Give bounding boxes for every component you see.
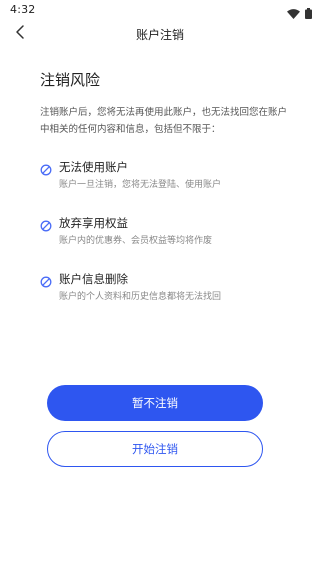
section-title: 注销风险 (40, 71, 101, 89)
risk-item: 放弃享用权益 账户内的优惠券、会员权益等均将作废 (40, 214, 290, 248)
forbidden-icon (40, 217, 52, 232)
risk-texts: 账户信息删除 账户的个人资料和历史信息都将无法找回 (59, 270, 221, 304)
status-bar: 4:32 (0, 0, 320, 20)
start-deletion-button[interactable]: 开始注销 (47, 431, 263, 467)
risk-texts: 无法使用账户 账户一旦注销，您将无法登陆、使用账户 (59, 158, 221, 192)
risk-list: 无法使用账户 账户一旦注销，您将无法登陆、使用账户 放弃享用权益 账户内的优惠券… (40, 158, 290, 304)
intro-text: 注销账户后，您将无法再使用此账户，也无法找回您在账户中相关的任何内容和信息，包括… (40, 107, 288, 135)
risk-description: 账户内的优惠券、会员权益等均将作废 (59, 236, 213, 246)
page-title: 账户注销 (135, 28, 184, 42)
account-deletion-screen: 4:32 账户注销 注销风险 注销账户后，您将无法再使用此账户，也无法找回您在账… (0, 0, 320, 570)
risk-title: 账户信息删除 (59, 272, 128, 286)
status-time: 4:32 (10, 3, 36, 16)
risk-texts: 放弃享用权益 账户内的优惠券、会员权益等均将作废 (59, 214, 212, 248)
risk-title: 无法使用账户 (59, 160, 128, 174)
risk-item: 无法使用账户 账户一旦注销，您将无法登陆、使用账户 (40, 158, 290, 192)
forbidden-icon (40, 161, 52, 176)
app-header: 账户注销 (0, 20, 320, 52)
risk-content: 注销风险 注销账户后，您将无法再使用此账户，也无法找回您在账户中相关的任何内容和… (40, 70, 290, 326)
forbidden-icon (40, 273, 52, 288)
risk-description: 账户一旦注销，您将无法登陆、使用账户 (59, 180, 222, 190)
keep-account-button[interactable]: 暂不注销 (47, 385, 263, 421)
risk-item: 账户信息删除 账户的个人资料和历史信息都将无法找回 (40, 270, 290, 304)
risk-description: 账户的个人资料和历史信息都将无法找回 (59, 292, 222, 302)
risk-title: 放弃享用权益 (59, 216, 128, 230)
